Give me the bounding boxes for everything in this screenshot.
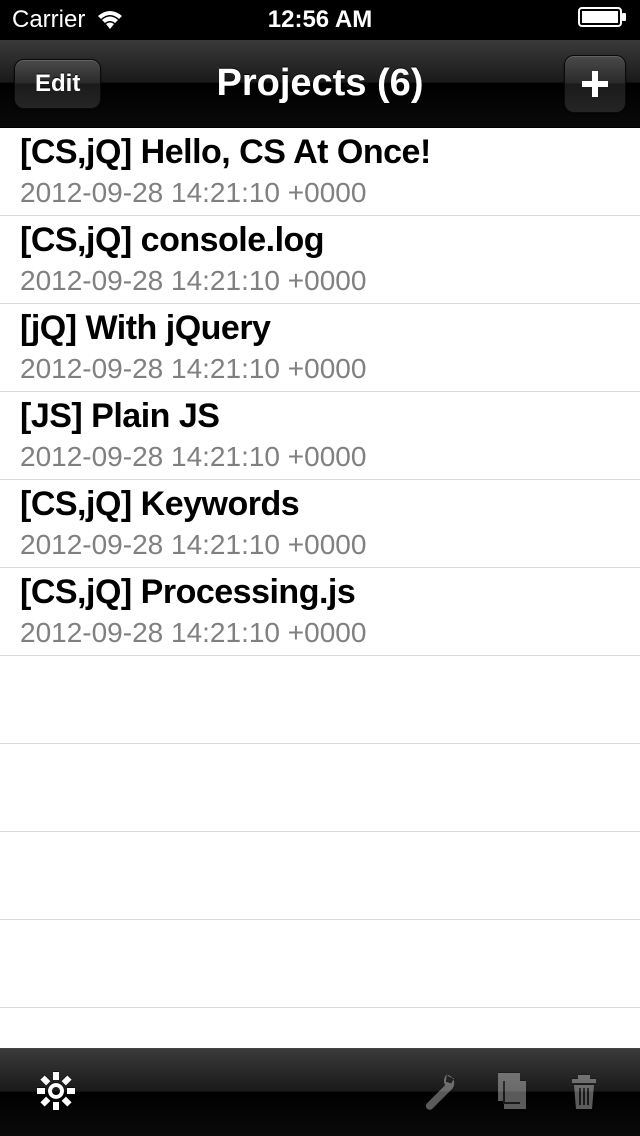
status-left: Carrier [12, 6, 125, 34]
add-button[interactable] [564, 55, 626, 113]
item-title: [CS,jQ] Keywords [20, 484, 620, 525]
item-date: 2012-09-28 14:21:10 +0000 [20, 175, 620, 211]
status-right [578, 6, 628, 35]
list-item[interactable]: [CS,jQ] Processing.js 2012-09-28 14:21:1… [0, 568, 640, 656]
item-title: [jQ] With jQuery [20, 308, 620, 349]
item-date: 2012-09-28 14:21:10 +0000 [20, 439, 620, 475]
item-title: [CS,jQ] Hello, CS At Once! [20, 132, 620, 173]
item-date: 2012-09-28 14:21:10 +0000 [20, 263, 620, 299]
item-date: 2012-09-28 14:21:10 +0000 [20, 527, 620, 563]
list-item-empty [0, 920, 640, 1008]
settings-button[interactable] [20, 1059, 92, 1126]
list-item-empty [0, 744, 640, 832]
list-item[interactable]: [jQ] With jQuery 2012-09-28 14:21:10 +00… [0, 304, 640, 392]
copy-icon [490, 1069, 534, 1116]
list-item[interactable]: [JS] Plain JS 2012-09-28 14:21:10 +0000 [0, 392, 640, 480]
wrench-button[interactable] [404, 1059, 476, 1126]
item-date: 2012-09-28 14:21:10 +0000 [20, 351, 620, 387]
item-title: [CS,jQ] console.log [20, 220, 620, 261]
status-time: 12:56 AM [268, 6, 372, 34]
status-bar: Carrier 12:56 AM [0, 0, 640, 40]
gear-icon [34, 1069, 78, 1116]
list-item-empty [0, 656, 640, 744]
copy-button[interactable] [476, 1059, 548, 1126]
edit-button[interactable]: Edit [14, 59, 101, 109]
carrier-label: Carrier [12, 6, 85, 34]
trash-button[interactable] [548, 1059, 620, 1126]
list-item[interactable]: [CS,jQ] Keywords 2012-09-28 14:21:10 +00… [0, 480, 640, 568]
item-date: 2012-09-28 14:21:10 +0000 [20, 615, 620, 651]
plus-icon [581, 63, 609, 105]
battery-icon [578, 6, 628, 28]
list-item[interactable]: [CS,jQ] Hello, CS At Once! 2012-09-28 14… [0, 128, 640, 216]
trash-icon [562, 1069, 606, 1116]
item-title: [JS] Plain JS [20, 396, 620, 437]
project-list: [CS,jQ] Hello, CS At Once! 2012-09-28 14… [0, 128, 640, 1008]
wrench-icon [418, 1069, 462, 1116]
list-item-empty [0, 832, 640, 920]
list-item[interactable]: [CS,jQ] console.log 2012-09-28 14:21:10 … [0, 216, 640, 304]
toolbar [0, 1048, 640, 1136]
wifi-icon [95, 9, 125, 31]
page-title: Projects (6) [217, 62, 424, 105]
item-title: [CS,jQ] Processing.js [20, 572, 620, 613]
nav-bar: Edit Projects (6) [0, 40, 640, 128]
